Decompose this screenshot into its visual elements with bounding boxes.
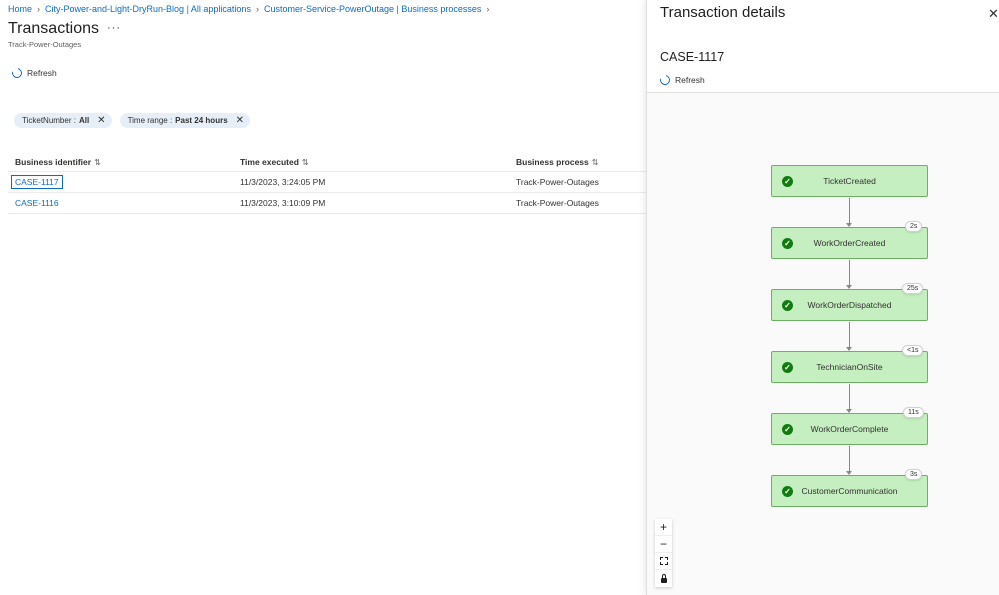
workflow-step[interactable]: ✓ WorkOrderComplete (771, 413, 928, 445)
chevron-right-icon: › (37, 4, 41, 14)
workflow-canvas[interactable]: ✓ TicketCreated ✓ WorkOrderCreated 2s ✓ … (647, 93, 999, 595)
table-header: Business identifier ⇅ Time executed ⇅ Busi… (8, 152, 646, 172)
connector-arrow (849, 322, 850, 349)
breadcrumb-business-processes[interactable]: Customer-Service-PowerOutage | Business … (264, 4, 481, 14)
chevron-right-icon: › (486, 4, 490, 14)
check-icon: ✓ (782, 300, 793, 311)
workflow-step[interactable]: ✓ WorkOrderDispatched (771, 289, 928, 321)
check-icon: ✓ (782, 362, 793, 373)
filter-ticket-number[interactable]: TicketNumber : All ✕ (14, 113, 112, 128)
step-label: TicketCreated (823, 176, 876, 186)
duration-badge: <1s (902, 345, 924, 356)
workflow-step[interactable]: ✓ TicketCreated (771, 165, 928, 197)
refresh-icon (658, 73, 672, 87)
table-row[interactable]: CASE-1117 11/3/2023, 3:24:05 PM Track-Po… (8, 172, 646, 193)
workflow-step[interactable]: ✓ WorkOrderCreated (771, 227, 928, 259)
close-icon[interactable]: ✕ (988, 6, 999, 22)
filter-value: Past 24 hours (175, 116, 228, 125)
canvas-controls: + − (655, 519, 672, 587)
connector-arrow (849, 384, 850, 411)
workflow-step[interactable]: ✓ TechnicianOnSite (771, 351, 928, 383)
more-options-button[interactable]: ··· (107, 22, 121, 34)
fit-view-button[interactable] (655, 553, 672, 570)
step-label: WorkOrderDispatched (807, 300, 892, 310)
workflow-step[interactable]: ✓ CustomerCommunication (771, 475, 928, 507)
breadcrumb: Home › City-Power-and-Light-DryRun-Blog … (8, 4, 494, 14)
fit-view-icon (659, 557, 668, 565)
filter-bar: TicketNumber : All ✕ Time range : Past 2… (14, 113, 251, 128)
filter-value: All (78, 116, 90, 125)
breadcrumb-home[interactable]: Home (8, 4, 32, 14)
filter-key: TicketNumber : (22, 116, 76, 125)
refresh-icon (10, 66, 24, 80)
table-row[interactable]: CASE-1116 11/3/2023, 3:10:09 PM Track-Po… (8, 193, 646, 214)
sort-icon: ⇅ (591, 157, 599, 167)
case-title: CASE-1117 (660, 50, 725, 64)
column-business-identifier[interactable]: Business identifier ⇅ (8, 157, 233, 167)
step-label: CustomerCommunication (801, 486, 898, 496)
transaction-details-panel: Transaction details ✕ CASE-1117 Refresh … (646, 0, 999, 595)
time-executed-cell: 11/3/2023, 3:24:05 PM (240, 177, 326, 187)
connector-arrow (849, 446, 850, 473)
zoom-out-button[interactable]: − (655, 536, 672, 553)
remove-filter-close-icon[interactable]: ✕ (97, 115, 105, 126)
transactions-table: Business identifier ⇅ Time executed ⇅ Busi… (8, 152, 646, 214)
details-refresh-button[interactable]: Refresh (658, 73, 705, 87)
refresh-button[interactable]: Refresh (10, 66, 57, 80)
refresh-label: Refresh (27, 68, 57, 78)
transactions-pane: Home › City-Power-and-Light-DryRun-Blog … (0, 0, 646, 595)
chevron-right-icon: › (255, 4, 259, 14)
sort-icon: ⇅ (301, 157, 309, 167)
lock-button[interactable] (655, 570, 672, 587)
zoom-in-button[interactable]: + (655, 519, 672, 536)
business-identifier-link[interactable]: CASE-1116 (15, 198, 59, 208)
panel-title: Transaction details (660, 4, 786, 21)
column-time-executed[interactable]: Time executed ⇅ (233, 157, 509, 167)
business-process-cell: Track-Power-Outages (516, 177, 599, 187)
duration-badge: 11s (903, 407, 924, 418)
business-process-cell: Track-Power-Outages (516, 198, 599, 208)
check-icon: ✓ (782, 238, 793, 249)
step-label: TechnicianOnSite (816, 362, 883, 372)
time-executed-cell: 11/3/2023, 3:10:09 PM (240, 198, 326, 208)
sort-icon: ⇅ (94, 157, 101, 167)
connector-arrow (849, 198, 850, 225)
check-icon: ✓ (782, 176, 793, 187)
page-subtitle: Track-Power-Outages (8, 40, 82, 49)
step-label: WorkOrderCreated (813, 238, 886, 248)
check-icon: ✓ (782, 486, 793, 497)
connector-arrow (849, 260, 850, 287)
duration-badge: 25s (902, 283, 924, 294)
column-business-process[interactable]: Business process ⇅ (509, 157, 646, 167)
step-label: WorkOrderComplete (810, 424, 889, 434)
business-identifier-link[interactable]: CASE-1117 (11, 175, 63, 189)
page-title: Transactions (8, 20, 99, 37)
remove-filter-close-icon[interactable]: ✕ (236, 115, 244, 126)
duration-badge: 3s (905, 469, 923, 480)
breadcrumb-all-applications[interactable]: City-Power-and-Light-DryRun-Blog | All a… (45, 4, 251, 14)
refresh-label: Refresh (675, 75, 705, 85)
filter-key: Time range : (127, 116, 173, 125)
duration-badge: 2s (905, 221, 923, 232)
check-icon: ✓ (782, 424, 793, 435)
filter-time-range[interactable]: Time range : Past 24 hours ✕ (119, 113, 251, 128)
lock-icon (660, 573, 667, 583)
